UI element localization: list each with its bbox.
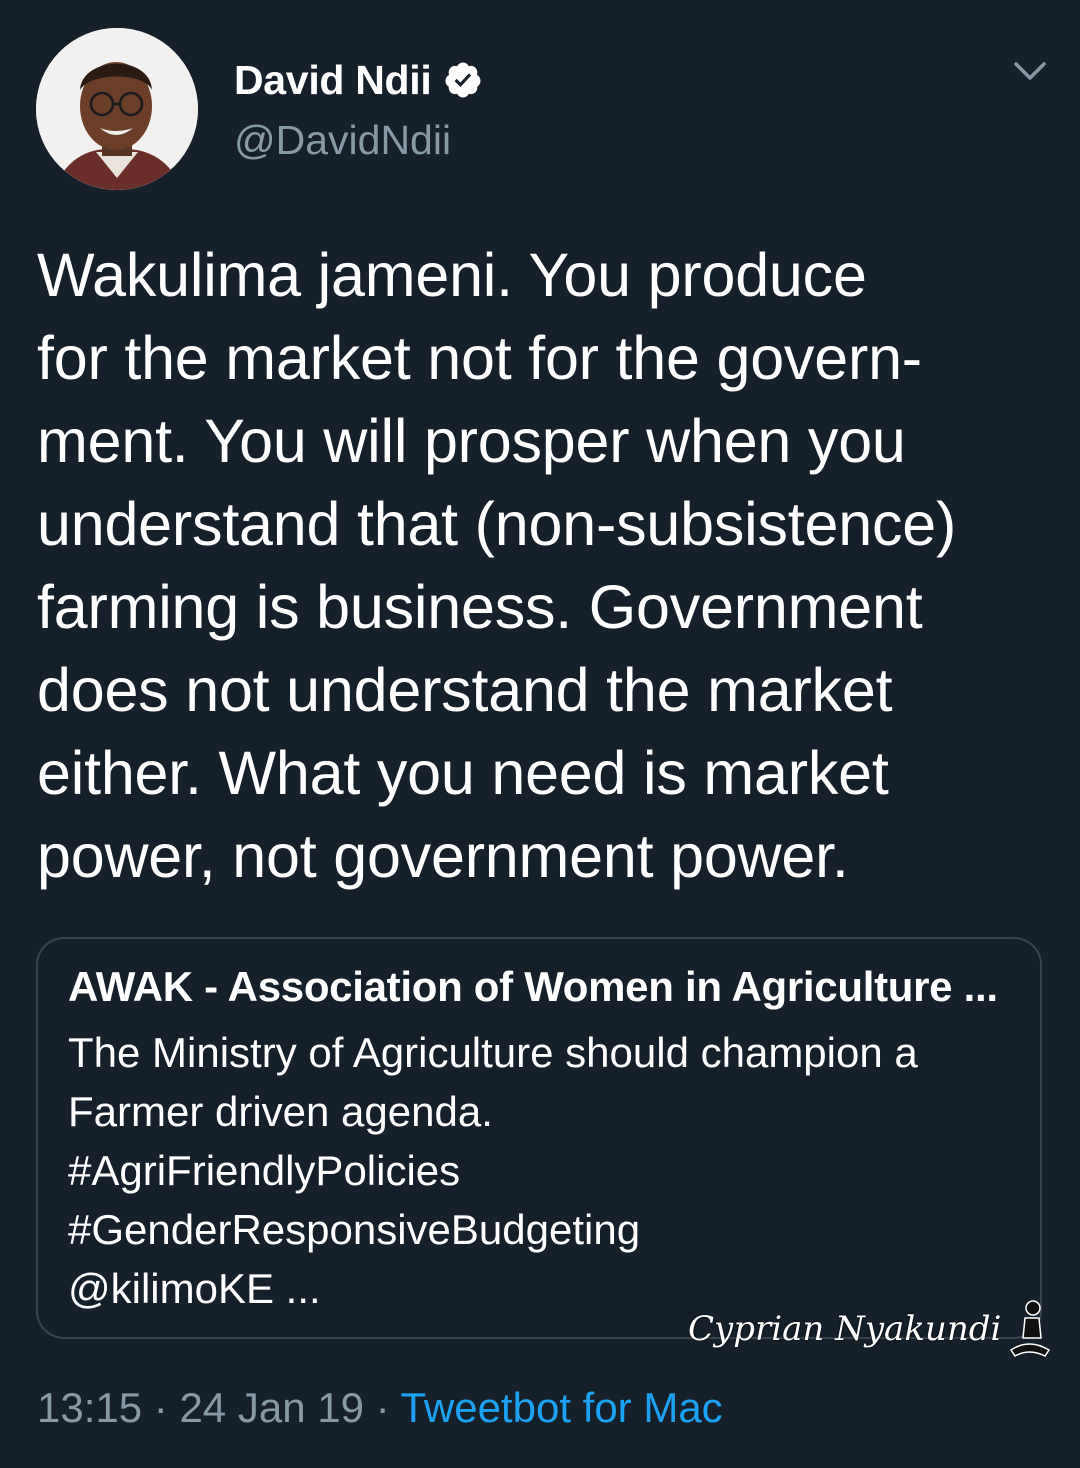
tweet-date: 24 Jan 19 (179, 1384, 364, 1431)
avatar-portrait (36, 28, 198, 190)
verified-badge-icon (443, 60, 483, 100)
user-handle[interactable]: @DavidNdii (234, 117, 451, 164)
avatar[interactable] (36, 28, 198, 190)
tweet-time: 13:15 (37, 1384, 143, 1431)
watermark: Cyprian Nyakundi (688, 1298, 1053, 1360)
separator: · (375, 1384, 390, 1431)
tweet-text: Wakulima jameni. You produce for the mar… (37, 241, 957, 890)
watermark-text: Cyprian Nyakundi (688, 1309, 1002, 1349)
separator: · (153, 1384, 168, 1431)
watermark-figure-icon (1010, 1300, 1051, 1357)
tweet-source-link[interactable]: Tweetbot for Mac (401, 1384, 723, 1431)
quoted-tweet-author: AWAK - Association of Women in Agricultu… (68, 963, 998, 1010)
quoted-tweet-text: The Ministry of Agriculture should champ… (68, 1029, 918, 1312)
quoted-tweet-card[interactable]: AWAK - Association of Women in Agricultu… (36, 937, 1042, 1339)
author-name-row: David Ndii (234, 54, 483, 106)
tweet-metadata: 13:15 · 24 Jan 19 · Tweetbot for Mac (37, 1384, 723, 1432)
chevron-down-icon[interactable] (1010, 56, 1050, 88)
display-name[interactable]: David Ndii (234, 57, 432, 104)
